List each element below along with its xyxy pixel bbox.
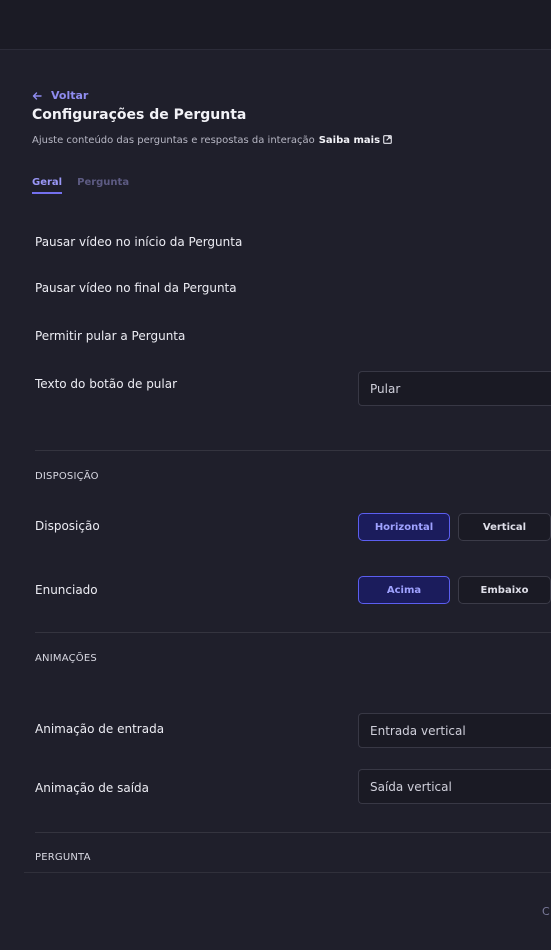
tab-bar: Geral Pergunta <box>32 177 129 194</box>
external-link-icon[interactable] <box>383 135 392 144</box>
exit-animation-select[interactable]: Saída vertical <box>358 769 551 804</box>
back-label: Voltar <box>51 89 89 102</box>
footer-divider <box>24 872 551 873</box>
pause-start-label: Pausar vídeo no início da Pergunta <box>35 235 243 249</box>
layout-section-heading: DISPOSIÇÃO <box>35 471 99 482</box>
learn-more-link[interactable]: Saiba mais <box>319 135 380 146</box>
tab-general[interactable]: Geral <box>32 177 63 194</box>
allow-skip-label: Permitir pular a Pergunta <box>35 329 186 343</box>
skip-button-text-label: Texto do botão de pular <box>35 377 178 391</box>
page-title: Configurações de Pergunta <box>32 107 247 123</box>
question-section-heading: PERGUNTA <box>35 852 91 863</box>
section-divider <box>35 450 551 451</box>
tab-question[interactable]: Pergunta <box>77 177 129 194</box>
arrow-left-icon <box>32 91 42 100</box>
statement-below-button[interactable]: Embaixo <box>458 576 551 604</box>
section-divider <box>35 632 551 633</box>
statement-above-button[interactable]: Acima <box>358 576 450 604</box>
disposition-horizontal-button[interactable]: Horizontal <box>358 513 450 541</box>
top-bar <box>0 0 551 50</box>
statement-label: Enunciado <box>35 583 98 597</box>
skip-button-text-input[interactable]: Pular <box>358 371 551 406</box>
section-divider <box>35 832 551 833</box>
pause-end-label: Pausar vídeo no final da Pergunta <box>35 281 237 295</box>
subtitle-text: Ajuste conteúdo das perguntas e resposta… <box>32 135 315 146</box>
page-subtitle: Ajuste conteúdo das perguntas e resposta… <box>32 135 392 146</box>
entry-animation-label: Animação de entrada <box>35 722 165 736</box>
animations-section-heading: ANIMAÇÕES <box>35 653 97 664</box>
exit-animation-label: Animação de saída <box>35 781 150 795</box>
disposition-label: Disposição <box>35 519 100 533</box>
back-link[interactable]: Voltar <box>32 89 88 102</box>
partial-text: C <box>542 905 550 918</box>
disposition-vertical-button[interactable]: Vertical <box>458 513 551 541</box>
entry-animation-select[interactable]: Entrada vertical <box>358 713 551 748</box>
